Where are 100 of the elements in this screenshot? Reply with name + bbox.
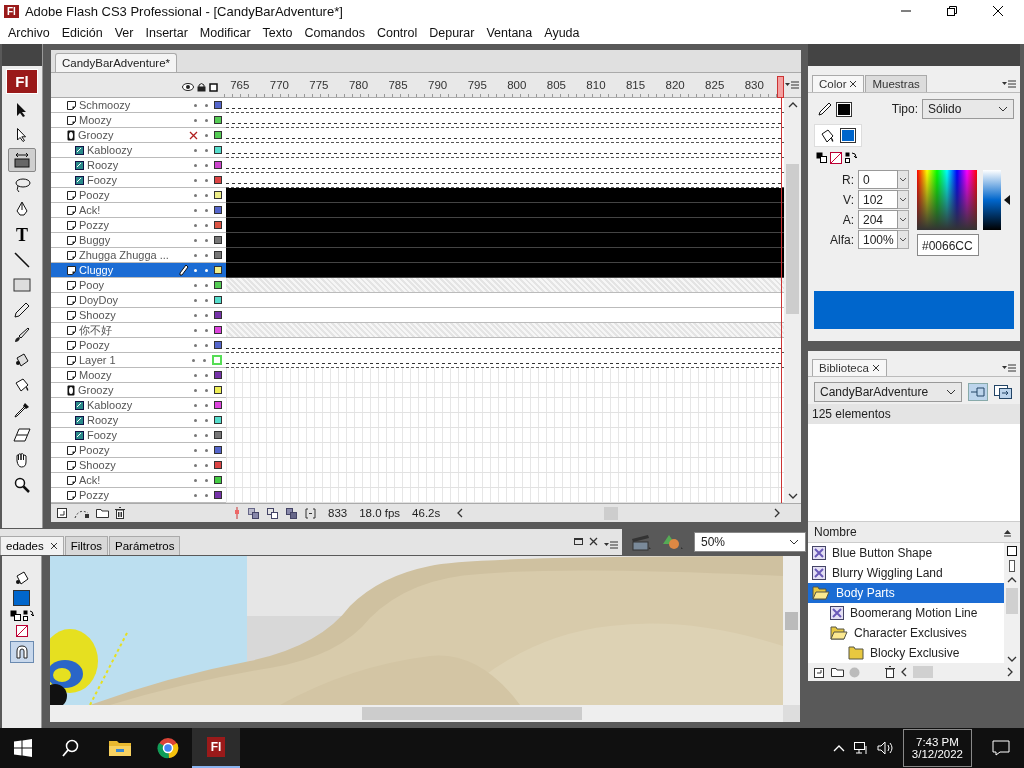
- layer-color-swatch[interactable]: [214, 461, 222, 469]
- close-icon[interactable]: [992, 5, 1004, 17]
- visible-dot[interactable]: [194, 118, 197, 122]
- clock[interactable]: 7:43 PM 3/12/2022: [902, 729, 972, 767]
- scrollbar-thumb[interactable]: [786, 164, 799, 314]
- unlocked-dot[interactable]: [205, 313, 208, 317]
- new-library-panel-icon[interactable]: [994, 385, 1012, 400]
- layer-color-swatch[interactable]: [214, 326, 222, 334]
- visible-dot[interactable]: [194, 103, 197, 107]
- pin-icon[interactable]: [968, 383, 988, 402]
- unlocked-dot[interactable]: [205, 163, 208, 167]
- close-icon[interactable]: [49, 542, 58, 550]
- fill-color-swatch[interactable]: [840, 128, 856, 143]
- eye-icon[interactable]: [182, 83, 195, 91]
- layer-row[interactable]: Pozzy: [51, 488, 226, 503]
- network-icon[interactable]: [852, 741, 869, 755]
- visible-dot[interactable]: [194, 403, 197, 407]
- hex-field[interactable]: #0066CC: [917, 234, 979, 256]
- column-header[interactable]: Nombre: [814, 525, 857, 539]
- library-item[interactable]: Body Parts: [808, 583, 1004, 603]
- input-field[interactable]: 102: [858, 190, 898, 209]
- layer-row[interactable]: Foozy: [51, 173, 226, 188]
- close-icon[interactable]: [871, 364, 880, 373]
- onion-markers-icon[interactable]: [305, 507, 316, 519]
- visible-dot[interactable]: [194, 388, 197, 392]
- menu-item[interactable]: Modificar: [193, 26, 257, 40]
- frame-row[interactable]: [226, 98, 784, 113]
- menu-item[interactable]: Ver: [108, 26, 140, 40]
- folder-icon[interactable]: [831, 667, 844, 677]
- scroll-up-icon[interactable]: [1007, 576, 1017, 584]
- scroll-left-icon[interactable]: [900, 667, 908, 677]
- layer-color-swatch[interactable]: [214, 281, 222, 289]
- layer-color-swatch[interactable]: [214, 491, 222, 499]
- unlocked-dot[interactable]: [205, 253, 208, 257]
- layer-row[interactable]: Pooy: [51, 278, 226, 293]
- narrow-icon[interactable]: [1007, 560, 1017, 572]
- default-colors-icon[interactable]: [816, 152, 827, 163]
- unlocked-dot[interactable]: [205, 343, 208, 347]
- layer-row[interactable]: Roozy: [51, 158, 226, 173]
- panel-tab[interactable]: edades: [0, 536, 64, 555]
- layer-color-swatch[interactable]: [214, 296, 222, 304]
- unlocked-dot[interactable]: [205, 328, 208, 332]
- unlocked-dot[interactable]: [205, 433, 208, 437]
- layer-color-swatch[interactable]: [214, 131, 222, 139]
- onion-outline-icon[interactable]: [267, 507, 278, 519]
- layer-row[interactable]: Ack!: [51, 203, 226, 218]
- layer-row[interactable]: DoyDoy: [51, 293, 226, 308]
- layer-row[interactable]: Moozy: [51, 368, 226, 383]
- dropdown-button[interactable]: [898, 170, 909, 189]
- scroll-down-icon[interactable]: [1007, 655, 1017, 663]
- panel-menu-icon[interactable]: [785, 80, 799, 90]
- menu-item[interactable]: Texto: [256, 26, 299, 40]
- playhead[interactable]: [777, 76, 785, 98]
- square-icon[interactable]: [1007, 546, 1017, 556]
- unlocked-dot[interactable]: [205, 403, 208, 407]
- layer-color-swatch[interactable]: [214, 101, 222, 109]
- trash-icon[interactable]: [885, 666, 895, 678]
- layer-color-swatch[interactable]: [214, 431, 222, 439]
- layer-color-swatch[interactable]: [214, 446, 222, 454]
- layer-row[interactable]: Groozy: [51, 383, 226, 398]
- scroll-right-icon[interactable]: [1006, 667, 1014, 677]
- frame-row[interactable]: [226, 158, 784, 173]
- visible-dot[interactable]: [194, 298, 197, 302]
- scrollbar-thumb[interactable]: [913, 666, 933, 678]
- layer-color-swatch[interactable]: [214, 386, 222, 394]
- panel-tab[interactable]: Color: [812, 75, 865, 92]
- hidden-x-icon[interactable]: [189, 130, 198, 140]
- menu-item[interactable]: Edición: [55, 26, 109, 40]
- unlocked-dot[interactable]: [205, 103, 208, 107]
- layer-row[interactable]: Roozy: [51, 413, 226, 428]
- input-field[interactable]: 0: [858, 170, 898, 189]
- scrollbar-thumb[interactable]: [1006, 588, 1018, 614]
- layer-row[interactable]: Schmoozy: [51, 98, 226, 113]
- document-tab[interactable]: CandyBarAdventure*: [55, 53, 178, 72]
- speaker-icon[interactable]: [876, 741, 895, 755]
- layer-color-swatch[interactable]: [214, 221, 222, 229]
- layer-row[interactable]: Buggy: [51, 233, 226, 248]
- layer-color-swatch[interactable]: [214, 176, 222, 184]
- unlocked-dot[interactable]: [205, 448, 208, 452]
- open-folder-icon[interactable]: [830, 626, 848, 640]
- menu-item[interactable]: Ayuda: [538, 26, 586, 40]
- visible-dot[interactable]: [194, 238, 197, 242]
- layer-color-swatch[interactable]: [214, 371, 222, 379]
- layer-row[interactable]: Shoozy: [51, 458, 226, 473]
- visible-dot[interactable]: [194, 193, 197, 197]
- menu-item[interactable]: Depurar: [423, 26, 481, 40]
- unlocked-dot[interactable]: [205, 283, 208, 287]
- visible-dot[interactable]: [194, 478, 197, 482]
- layer-row[interactable]: Groozy: [51, 128, 226, 143]
- unlocked-dot[interactable]: [203, 358, 206, 362]
- library-item[interactable]: Blue Button Shape: [808, 543, 1004, 563]
- menu-item[interactable]: Archivo: [2, 26, 56, 40]
- slider-thumb[interactable]: [1004, 195, 1010, 205]
- ink-bottle-icon[interactable]: [13, 570, 30, 586]
- input-field[interactable]: 100%: [858, 230, 898, 249]
- open-folder-icon[interactable]: [812, 586, 830, 600]
- layer-row[interactable]: Kabloozy: [51, 398, 226, 413]
- layer-color-swatch[interactable]: [214, 206, 222, 214]
- frame-row[interactable]: [226, 113, 784, 128]
- panel-menu-icon[interactable]: [604, 540, 618, 550]
